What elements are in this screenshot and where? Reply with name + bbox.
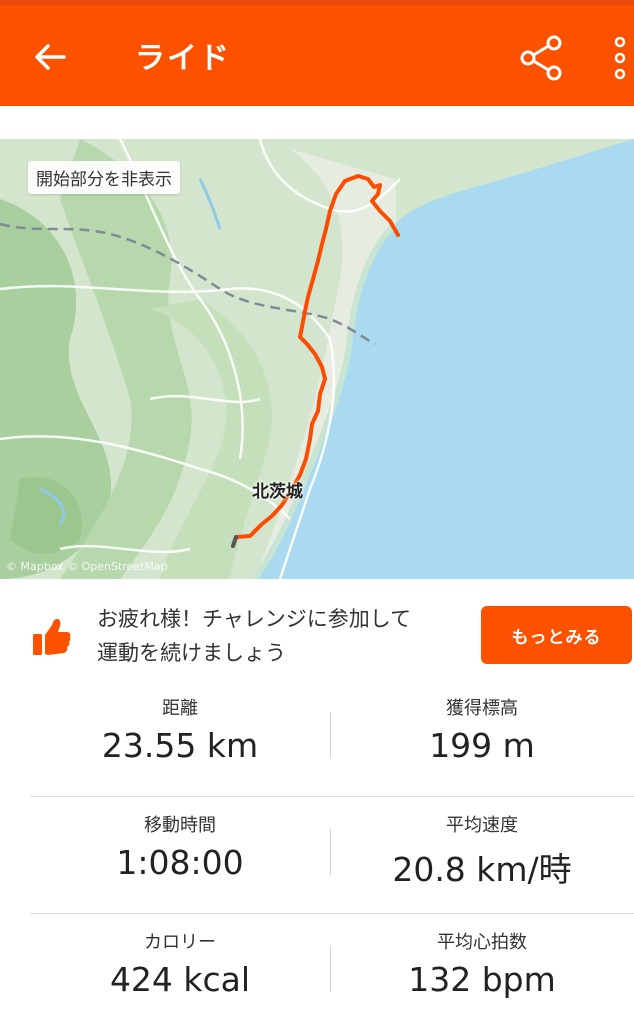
stat-separator — [330, 829, 331, 875]
share-icon[interactable] — [518, 33, 566, 83]
thumbs-up-icon — [33, 619, 71, 655]
promo-message: お疲れ様！チャレンジに参加して 運動を続けましょう — [97, 602, 467, 670]
stat-label: 平均速度 — [446, 815, 518, 836]
route-map[interactable]: 開始部分を非表示 北茨城 © Mapbox © OpenStreetMap — [0, 139, 634, 579]
stat-calories: カロリー 424 kcal — [30, 914, 330, 999]
stat-value: 424 kcal — [109, 960, 251, 999]
route-start-marker — [231, 535, 238, 548]
page-title: ライド — [135, 41, 231, 76]
back-arrow-icon[interactable] — [30, 37, 70, 77]
stat-distance: 距離 23.55 km — [30, 680, 330, 765]
challenge-promo: お疲れ様！チャレンジに参加して 運動を続けましょう もっとみる — [0, 590, 634, 680]
stat-moving-time: 移動時間 1:08:00 — [30, 797, 330, 882]
stat-value: 199 m — [429, 726, 535, 765]
stats-row: カロリー 424 kcal 平均心拍数 132 bpm — [30, 914, 634, 1031]
map-canvas — [0, 139, 634, 579]
promo-message-line1: お疲れ様！チャレンジに参加して — [97, 607, 412, 631]
map-attribution[interactable]: © Mapbox © OpenStreetMap — [6, 560, 168, 573]
stat-value: 1:08:00 — [116, 843, 244, 882]
stat-separator — [330, 946, 331, 992]
stat-label: 獲得標高 — [446, 698, 518, 719]
map-place-label: 北茨城 — [252, 482, 303, 502]
stat-value: 20.8 km/時 — [392, 850, 572, 889]
stat-average-speed: 平均速度 20.8 km/時 — [332, 797, 632, 891]
app-bar: ライド — [0, 5, 634, 106]
stats-row: 距離 23.55 km 獲得標高 199 m — [30, 680, 634, 797]
stat-label: 移動時間 — [144, 815, 216, 836]
stat-label: 距離 — [162, 698, 198, 719]
stat-separator — [330, 712, 331, 758]
stats-row: 移動時間 1:08:00 平均速度 20.8 km/時 — [30, 797, 634, 914]
stat-value: 132 bpm — [408, 960, 556, 999]
stat-average-heart-rate: 平均心拍数 132 bpm — [332, 914, 632, 999]
promo-message-line2: 運動を続けましょう — [97, 641, 286, 665]
stat-label: 平均心拍数 — [437, 932, 527, 953]
stat-value: 23.55 km — [101, 726, 259, 765]
hide-start-toggle[interactable]: 開始部分を非表示 — [28, 161, 180, 194]
see-more-button[interactable]: もっとみる — [481, 606, 632, 664]
more-vertical-icon[interactable] — [610, 35, 630, 81]
stat-label: カロリー — [144, 932, 216, 953]
activity-stats: 距離 23.55 km 獲得標高 199 m 移動時間 1:08:00 平均速度… — [30, 680, 634, 1031]
stat-elevation-gain: 獲得標高 199 m — [332, 680, 632, 765]
